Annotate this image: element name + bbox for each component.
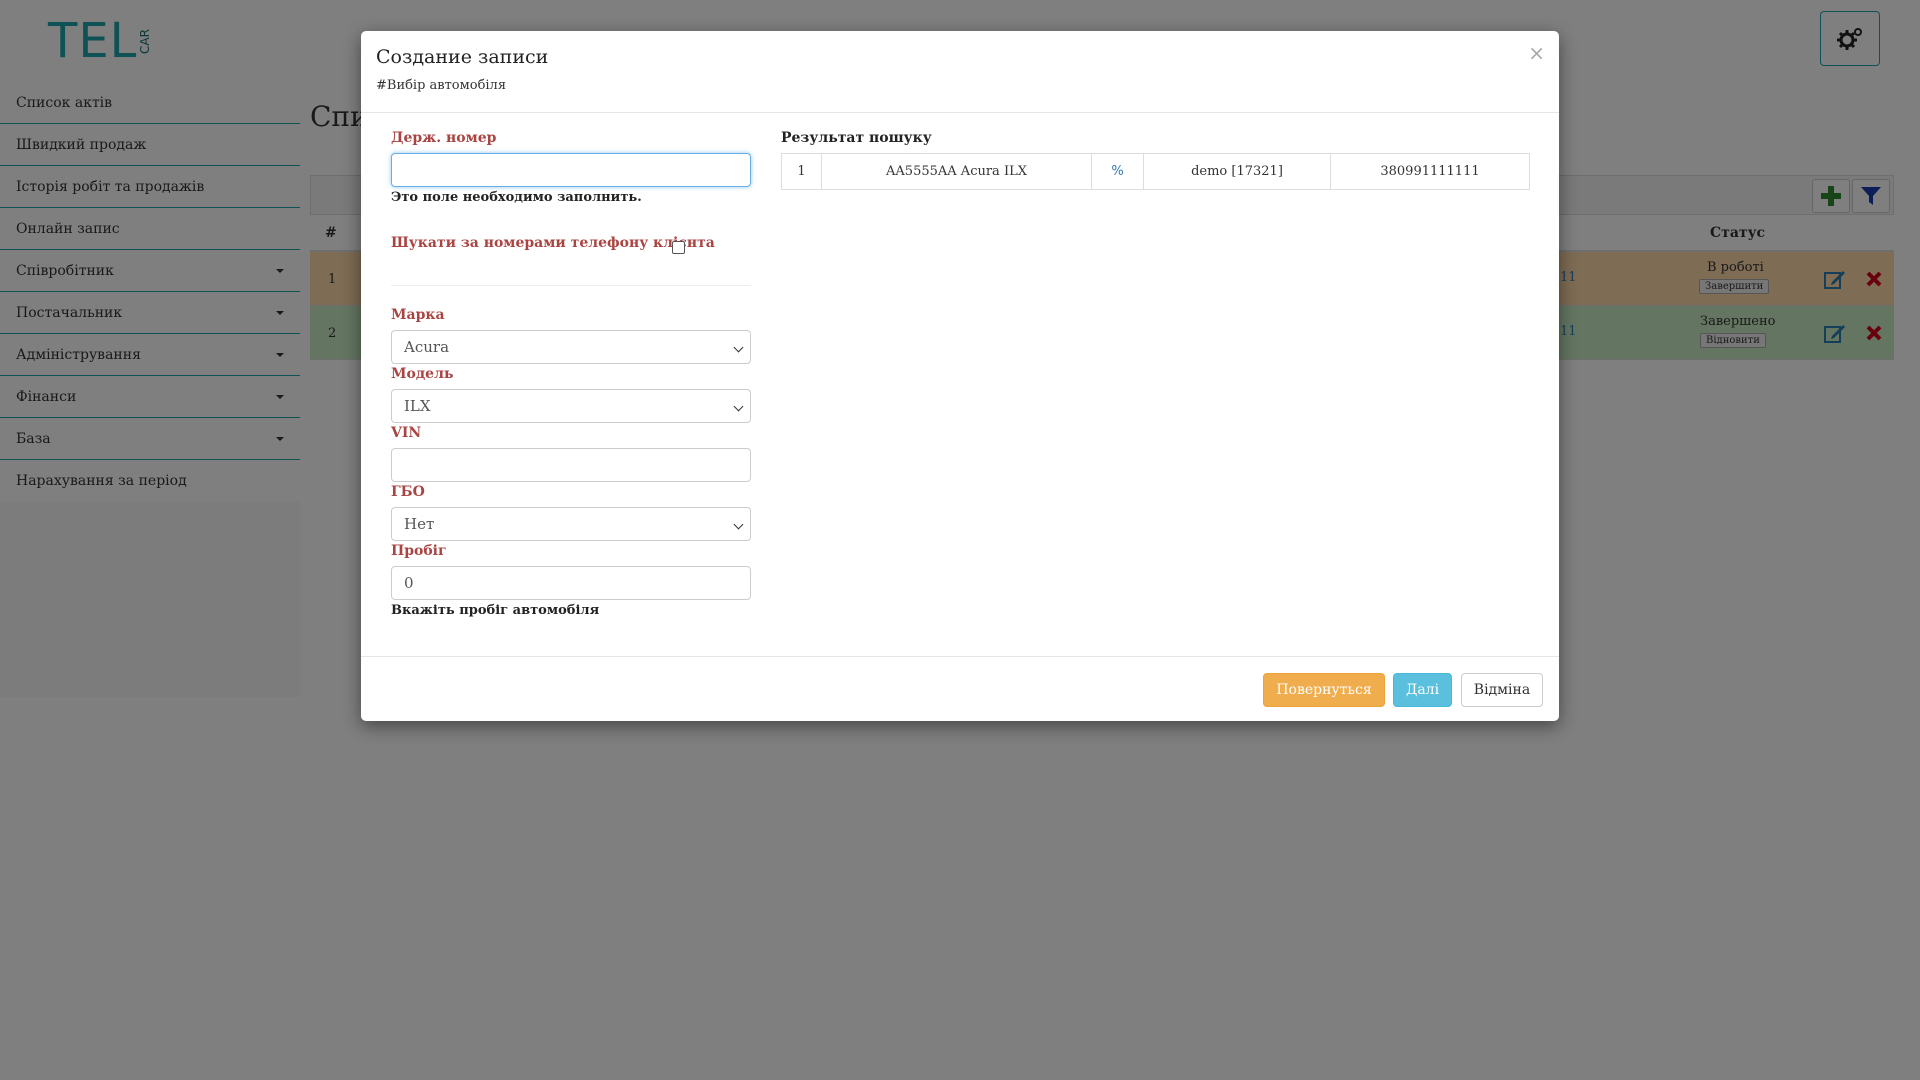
brand-select[interactable]: Acura (391, 330, 751, 364)
modal-footer: Повернуться Далі Відміна (361, 656, 1559, 721)
plate-input[interactable] (391, 153, 751, 187)
chevron-down-icon (733, 342, 744, 353)
mileage-help-text: Вкажіть пробіг автомобіля (391, 603, 600, 618)
chevron-down-icon (733, 519, 744, 530)
result-owner: demo [17321] (1144, 154, 1331, 189)
back-button[interactable]: Повернуться (1263, 673, 1385, 707)
modal-title: Создание записи (376, 46, 549, 68)
search-results-table: 1 AA5555AA Acura ILX % demo [17321] 3809… (781, 153, 1530, 190)
gbo-select[interactable]: Нет (391, 507, 751, 541)
search-results-title: Результат пошуку (781, 130, 932, 146)
result-phone: 380991111111 (1380, 164, 1480, 179)
plate-label: Держ. номер (391, 130, 497, 146)
plate-error-message: Это поле необходимо заполнить. (391, 190, 642, 205)
gbo-label: ГБО (391, 484, 425, 500)
search-by-phone-label: Шукати за номерами телефону клієнта (391, 235, 715, 251)
result-number: 1 (782, 154, 822, 189)
brand-select-value: Acura (404, 338, 450, 356)
next-button[interactable]: Далі (1393, 673, 1452, 707)
form-divider (391, 285, 751, 286)
gbo-select-value: Нет (404, 515, 435, 533)
model-select[interactable]: ILX (391, 389, 751, 423)
close-icon[interactable]: × (1528, 41, 1545, 65)
search-by-phone-checkbox[interactable] (672, 241, 685, 254)
model-label: Модель (391, 366, 454, 382)
result-car: AA5555AA Acura ILX (822, 154, 1092, 189)
vin-input[interactable] (391, 448, 751, 482)
mileage-label: Пробіг (391, 543, 447, 559)
modal-header: Создание записи #Вибір автомобіля × (361, 31, 1559, 113)
link-icon[interactable]: % (1092, 154, 1144, 189)
modal-subtitle: #Вибір автомобіля (376, 78, 507, 93)
brand-label: Марка (391, 307, 445, 323)
mileage-input[interactable]: 0 (391, 566, 751, 600)
cancel-button[interactable]: Відміна (1461, 673, 1543, 707)
vin-label: VIN (391, 425, 422, 441)
chevron-down-icon (733, 401, 744, 412)
model-select-value: ILX (404, 397, 431, 415)
create-record-modal: Создание записи #Вибір автомобіля × Держ… (361, 31, 1559, 721)
